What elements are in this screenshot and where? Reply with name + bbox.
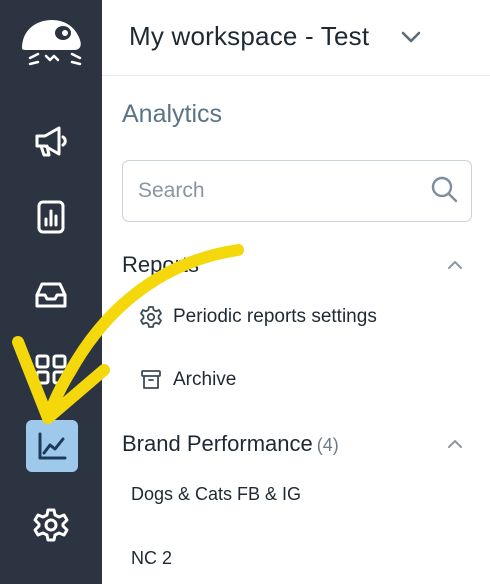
workspace-header[interactable]: My workspace - Test (102, 0, 490, 76)
navigation-rail (0, 0, 102, 584)
archive-item[interactable]: Archive (138, 365, 236, 395)
inbox-nav-item[interactable] (24, 268, 78, 322)
line-chart-icon (34, 428, 70, 464)
apps-grid-icon (31, 349, 71, 389)
gear-icon (138, 304, 164, 330)
brand-performance-group-title[interactable]: Brand Performance (4) (122, 431, 339, 457)
chevron-up-icon[interactable] (446, 437, 464, 455)
megaphone-icon (31, 121, 71, 161)
campaigns-nav-item[interactable] (24, 114, 78, 168)
archive-icon (138, 367, 164, 393)
report-item[interactable]: NC 2 (131, 548, 172, 569)
periodic-reports-settings-label: Periodic reports settings (173, 306, 377, 327)
inbox-tray-icon (31, 275, 71, 315)
app-logo[interactable] (14, 10, 88, 72)
search-box[interactable] (122, 160, 472, 222)
archive-label: Archive (173, 369, 237, 390)
chevron-up-icon[interactable] (446, 258, 464, 276)
search-input[interactable] (136, 178, 429, 204)
brand-performance-count: (4) (316, 435, 339, 455)
analytics-panel: My workspace - Test Analytics Reports (102, 0, 490, 584)
report-item[interactable]: Dogs & Cats FB & IG (131, 484, 301, 505)
reports-group-title[interactable]: Reports (122, 252, 199, 278)
apps-nav-item[interactable] (24, 342, 78, 396)
workspace-title[interactable]: My workspace - Test (129, 21, 369, 52)
page-title: Analytics (122, 100, 223, 128)
periodic-reports-settings-item[interactable]: Periodic reports settings (138, 302, 377, 332)
gear-icon (31, 505, 71, 545)
search-icon[interactable] (429, 174, 459, 209)
reports-nav-item[interactable] (24, 190, 78, 244)
chevron-down-icon[interactable] (400, 29, 422, 50)
brand-performance-title: Brand Performance (122, 431, 313, 456)
settings-nav-item[interactable] (24, 498, 78, 552)
report-chart-icon (31, 197, 71, 237)
analytics-nav-item[interactable] (26, 420, 78, 472)
